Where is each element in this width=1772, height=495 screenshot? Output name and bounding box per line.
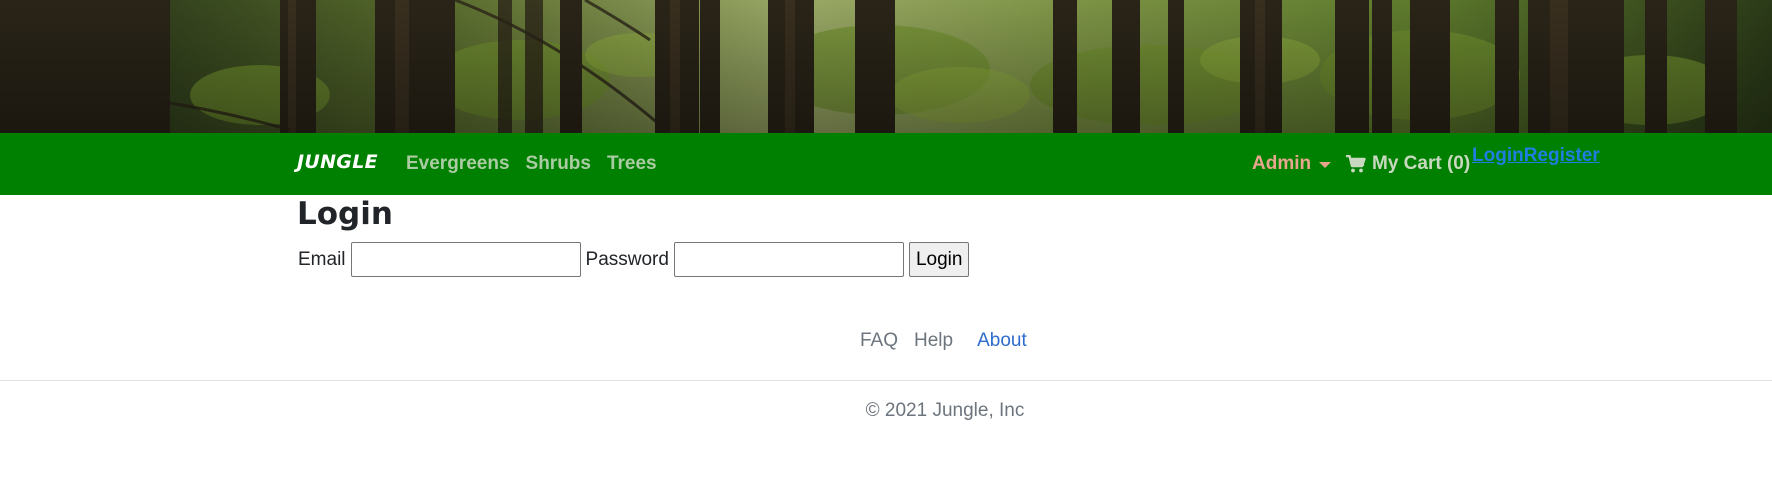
email-field[interactable]	[350, 242, 581, 277]
brand-logo[interactable]: JUNGLE	[297, 151, 378, 173]
footer-divider	[0, 380, 1772, 381]
hero-banner	[0, 0, 1772, 133]
nav-link-evergreens[interactable]: Evergreens	[406, 153, 510, 175]
footer-link-faq[interactable]: FAQ	[860, 330, 898, 352]
forest-banner-image	[0, 0, 1772, 133]
nav-links: Evergreens Shrubs Trees	[406, 153, 657, 175]
navbar: JUNGLE Evergreens Shrubs Trees Admin My …	[0, 133, 1772, 195]
footer-links: FAQ Help About	[860, 330, 1027, 352]
shopping-cart-icon	[1346, 155, 1366, 173]
footer-link-about[interactable]: About	[977, 330, 1027, 352]
login-button[interactable]: Login	[908, 242, 970, 277]
caret-down-icon	[1319, 162, 1332, 168]
cart-label: My Cart (0)	[1372, 153, 1471, 174]
admin-label: Admin	[1252, 153, 1312, 174]
admin-dropdown[interactable]: Admin	[1252, 153, 1332, 175]
login-form: Email Password Login	[298, 242, 970, 277]
login-link[interactable]: Login	[1472, 145, 1524, 167]
register-link[interactable]: Register	[1524, 145, 1600, 167]
password-label: Password	[585, 248, 669, 270]
email-label: Email	[298, 248, 346, 270]
nav-link-trees[interactable]: Trees	[607, 153, 657, 175]
password-field[interactable]	[673, 242, 904, 277]
copyright-text: © 2021 Jungle, Inc	[865, 400, 1025, 421]
cart-link[interactable]: My Cart (0)	[1346, 153, 1470, 175]
auth-links: Login Register	[1472, 145, 1600, 167]
page-title: Login	[297, 196, 393, 232]
nav-link-shrubs[interactable]: Shrubs	[526, 153, 591, 175]
footer-link-help[interactable]: Help	[914, 330, 953, 352]
